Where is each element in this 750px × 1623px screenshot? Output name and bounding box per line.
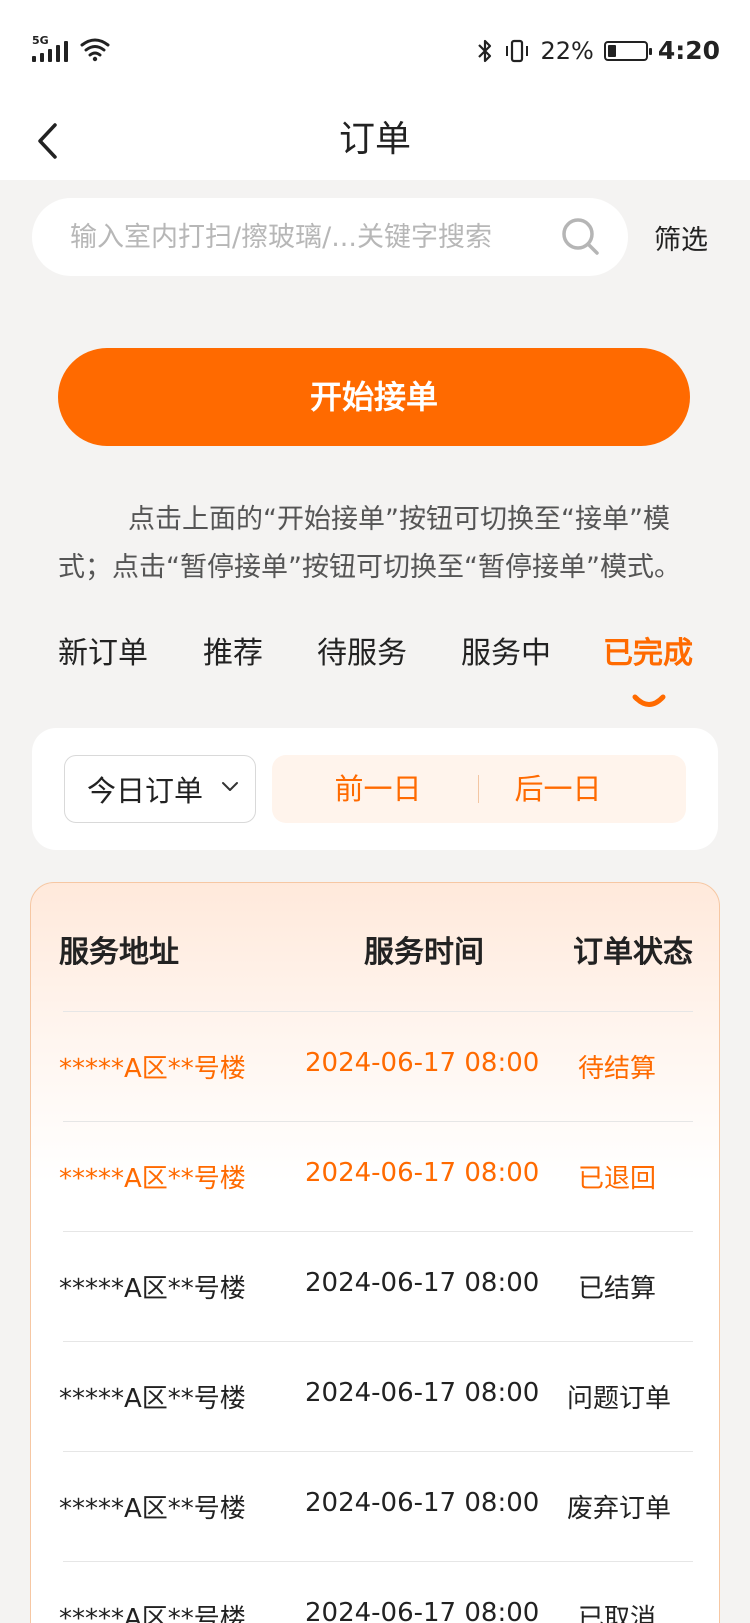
- row-status: 已结算: [578, 1274, 657, 1304]
- chevron-down-icon: [222, 782, 238, 791]
- status-left: 5G: [32, 34, 110, 62]
- row-address: *****A区**号楼: [59, 1054, 246, 1084]
- date-range-selected: 今日订单: [87, 774, 204, 808]
- battery-icon: [603, 40, 652, 61]
- bluetooth-icon: [478, 39, 492, 62]
- row-status: 废弃订单: [567, 1494, 672, 1524]
- search-input[interactable]: [70, 221, 530, 253]
- search-icon[interactable]: [560, 216, 602, 258]
- network-type-label: 5G: [32, 34, 49, 47]
- page-title: 订单: [338, 119, 411, 160]
- row-status: 问题订单: [567, 1384, 672, 1414]
- row-time: 2024-06-17 08:00: [305, 1598, 540, 1623]
- status-right: 22% 4:20: [476, 36, 720, 65]
- row-address: *****A区**号楼: [59, 1384, 246, 1414]
- table-row[interactable]: *****A区**号楼 2024-06-17 08:00 已取消: [59, 1561, 693, 1623]
- battery-fill: [607, 44, 616, 57]
- filter-button[interactable]: 筛选: [654, 218, 708, 257]
- tab-new-orders[interactable]: 新订单: [58, 628, 148, 672]
- cellular-signal-icon: 5G: [32, 34, 72, 62]
- row-time: 2024-06-17 08:00: [305, 1158, 540, 1188]
- tab-recommended[interactable]: 推荐: [203, 628, 263, 672]
- orders-table: 服务地址 服务时间 订单状态 *****A区**号楼 2024-06-17 08…: [30, 882, 720, 1623]
- start-accepting-orders-button[interactable]: 开始接单: [58, 348, 690, 446]
- row-address: *****A区**号楼: [59, 1494, 246, 1524]
- orders-page: 5G 22% 4:20 订单 输入室内打扫/擦玻璃/...关键字搜索 筛选 开始…: [0, 0, 750, 1623]
- row-address: *****A区**号楼: [59, 1274, 246, 1304]
- date-range-select[interactable]: 今日订单: [64, 755, 256, 823]
- row-time: 2024-06-17 08:00: [305, 1488, 540, 1518]
- nav-bar: 订单: [0, 100, 750, 180]
- table-row[interactable]: *****A区**号楼 2024-06-17 08:00 问题订单: [59, 1341, 693, 1451]
- row-status: 已退回: [578, 1164, 657, 1194]
- table-row[interactable]: *****A区**号楼 2024-06-17 08:00 已结算: [59, 1231, 693, 1341]
- tab-in-service[interactable]: 服务中: [461, 628, 551, 672]
- table-row[interactable]: *****A区**号楼 2024-06-17 08:00 废弃订单: [59, 1451, 693, 1561]
- tab-pending-service[interactable]: 待服务: [317, 628, 407, 672]
- row-status: 待结算: [578, 1054, 657, 1084]
- clock: 4:20: [657, 36, 720, 65]
- battery-percent: 22%: [540, 36, 594, 65]
- row-time: 2024-06-17 08:00: [305, 1048, 540, 1078]
- row-time: 2024-06-17 08:00: [305, 1378, 540, 1408]
- mode-hint-text: 点击上面的“开始接单”按钮可切换至“接单”模式；点击“暂停接单”按钮可切换至“暂…: [58, 504, 681, 583]
- table-row[interactable]: *****A区**号楼 2024-06-17 08:00 待结算: [59, 1011, 693, 1121]
- previous-day-button[interactable]: 前一日: [278, 755, 478, 823]
- tab-completed[interactable]: 已完成: [603, 628, 693, 672]
- next-day-button[interactable]: 后一日: [458, 755, 658, 823]
- status-bar: 5G 22% 4:20: [0, 0, 750, 100]
- column-header-status: 订单状态: [573, 935, 693, 970]
- search-bar: [32, 198, 628, 276]
- active-tab-indicator: [632, 694, 666, 707]
- column-header-address: 服务地址: [59, 935, 179, 970]
- wifi-icon: [80, 38, 110, 62]
- day-navigation: 前一日 后一日: [272, 755, 686, 823]
- date-filter-card: 今日订单 前一日 后一日: [32, 728, 718, 850]
- row-address: *****A区**号楼: [59, 1164, 246, 1194]
- vibrate-icon: [506, 39, 529, 62]
- row-time: 2024-06-17 08:00: [305, 1268, 540, 1298]
- row-status: 已取消: [578, 1604, 657, 1623]
- column-header-time: 服务时间: [364, 935, 484, 970]
- row-address: *****A区**号楼: [59, 1604, 246, 1623]
- table-row[interactable]: *****A区**号楼 2024-06-17 08:00 已退回: [59, 1121, 693, 1231]
